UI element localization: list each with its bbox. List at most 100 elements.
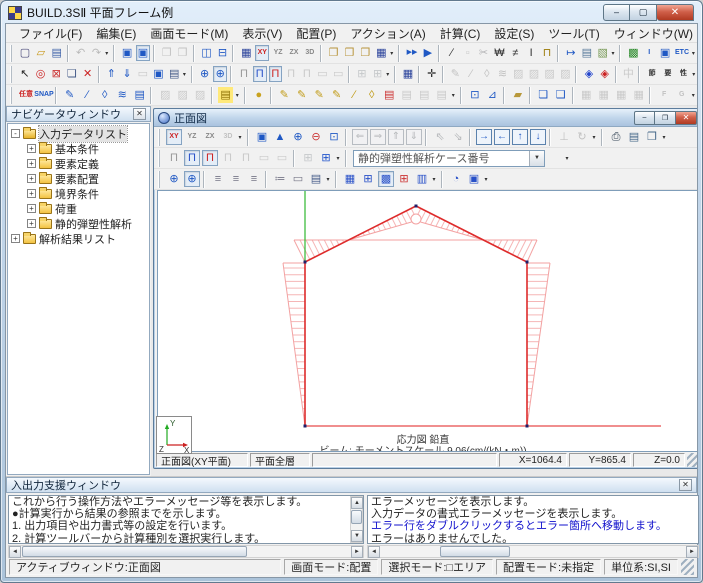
copy-view-icon[interactable]: ❐ (644, 129, 660, 145)
member-point-icon[interactable]: ▫ (461, 45, 475, 61)
sheet-2-icon[interactable]: ▧ (596, 45, 610, 61)
copy-icon[interactable]: ❏ (65, 66, 79, 82)
list-view-icon-dropdown[interactable]: ▾ (324, 171, 332, 187)
window-cascade-icon[interactable]: ❐ (327, 45, 341, 61)
window-grid-icon-dropdown[interactable]: ▾ (388, 45, 395, 61)
hscroll-thumb-2[interactable] (440, 546, 510, 557)
sheet-icon[interactable]: ▤ (580, 45, 594, 61)
helmet-icon[interactable]: ⊓ (540, 45, 554, 61)
screen-mode-2-icon[interactable]: ▣ (136, 45, 150, 61)
hatch-3-icon[interactable]: ▨ (543, 66, 557, 82)
support-left-pane[interactable]: これから行う操作方法やエラーメッセージ等を表示します。●計算実行から結果の参照ま… (8, 495, 364, 544)
tool-disabled-3-icon[interactable]: ▨ (192, 87, 207, 103)
monitor-view-icon-dropdown[interactable]: ▾ (482, 171, 490, 187)
resize-grip[interactable] (681, 559, 694, 575)
save-icon[interactable]: ▤ (50, 45, 64, 61)
tab-front-view[interactable]: 正面図(XY平面) (156, 453, 248, 467)
area-calc-2-icon[interactable]: ▦ (596, 87, 611, 103)
tree-collapse-icon[interactable]: - (11, 129, 20, 138)
view-3d-icon-dropdown[interactable]: ▾ (236, 129, 244, 145)
draw-line-icon[interactable]: ∕ (464, 66, 478, 82)
menu-place[interactable]: 配置(P) (289, 24, 343, 43)
view-zx-icon[interactable]: ZX (202, 129, 218, 145)
tree-item-6[interactable]: +静的弾塑性解析 (11, 216, 149, 231)
tree-expand-icon[interactable]: + (27, 159, 36, 168)
view-3d-icon[interactable]: 3D (220, 129, 236, 145)
tree-expand-icon[interactable]: + (11, 234, 20, 243)
select-rect-icon[interactable]: ⊡ (467, 87, 482, 103)
vframe-2-icon[interactable]: Π (220, 150, 236, 166)
mark-page-3-icon[interactable]: ▤ (434, 87, 449, 103)
scroll-up-view-icon[interactable]: ↑ (512, 129, 528, 145)
option-f-icon[interactable]: F (656, 87, 671, 103)
window-arrange-icon[interactable]: ❐ (359, 45, 373, 61)
anchor-icon[interactable]: ⊥ (556, 129, 572, 145)
monitor-view-icon[interactable]: ▣ (466, 171, 482, 187)
copy-view-icon-dropdown[interactable]: ▾ (660, 129, 668, 145)
tree-item-0[interactable]: -入力データリスト (11, 126, 149, 141)
sheet-2-icon-dropdown[interactable]: ▾ (610, 45, 617, 61)
target-icon[interactable]: ◎ (34, 66, 48, 82)
menu-file[interactable]: ファイル(F) (12, 24, 89, 43)
tree-expand-icon[interactable]: + (27, 219, 36, 228)
redo-icon-dropdown[interactable]: ▾ (103, 45, 110, 61)
hscroll-thumb[interactable] (22, 546, 247, 557)
paste-special-icon[interactable]: ⊠ (49, 66, 63, 82)
page-view-icon[interactable]: ▤ (167, 66, 181, 82)
hatch-icon[interactable]: ▨ (511, 66, 525, 82)
tree-expand-icon[interactable]: + (27, 174, 36, 183)
wireframe-red-icon[interactable]: ◈ (598, 66, 612, 82)
tree-expand-icon[interactable]: + (27, 189, 36, 198)
hatch-2-icon[interactable]: ▨ (527, 66, 541, 82)
vframe-gray-icon[interactable]: Π (166, 150, 182, 166)
list-view-icon[interactable]: ▤ (308, 171, 324, 187)
view-resize-grip[interactable] (687, 453, 697, 467)
zoom-window-icon[interactable]: ⊡ (326, 129, 342, 145)
menu-settings[interactable]: 設定(S) (487, 24, 541, 43)
frame-box-icon[interactable]: ▭ (290, 171, 306, 187)
run-all-icon[interactable]: ▶▶ (405, 45, 419, 61)
mesh-lines-icon[interactable]: ▥ (414, 171, 430, 187)
edit-multi-icon[interactable]: ≋ (114, 87, 129, 103)
zoom-in-icon[interactable]: ⊕ (290, 129, 306, 145)
vpanel-icon[interactable]: ▭ (256, 150, 272, 166)
menu-calc[interactable]: 計算(C) (433, 24, 488, 43)
mark-page-red-icon[interactable]: ▤ (381, 87, 396, 103)
select-poly-icon[interactable]: ⊿ (485, 87, 500, 103)
screen-mode-icon[interactable]: ▣ (120, 45, 134, 61)
memo-icon-dropdown[interactable]: ▾ (233, 87, 241, 103)
window-tile-icon[interactable]: ❐ (343, 45, 357, 61)
window-grid-icon[interactable]: ▦ (374, 45, 388, 61)
scroll-down-button[interactable]: ▼ (351, 530, 363, 542)
draw-erase-icon[interactable]: ◊ (480, 66, 494, 82)
right-pane-hscrollbar[interactable]: ◄ ► (367, 545, 699, 558)
tree-item-1[interactable]: +基本条件 (11, 141, 149, 156)
pan-right-icon[interactable]: ⇒ (370, 129, 386, 145)
edit-book-icon[interactable]: ▤ (132, 87, 147, 103)
snap-mode-icon[interactable]: SNAP (36, 87, 52, 103)
scroll-right-button-2[interactable]: ► (686, 546, 698, 558)
scroll-left-button[interactable]: ◄ (9, 546, 21, 558)
vselect-icon[interactable]: ⊞ (300, 150, 316, 166)
arbitrary-snap-icon[interactable]: 任意 (18, 87, 34, 103)
region-2-icon-dropdown[interactable]: ▾ (384, 66, 391, 82)
member-cut-icon[interactable]: ✂ (477, 45, 491, 61)
sort-top-icon[interactable]: ≡ (246, 171, 262, 187)
node-label-icon[interactable]: 節 (645, 66, 659, 82)
screen-copy-icon[interactable]: ▣ (658, 45, 672, 61)
scroll-right-button[interactable]: ► (351, 546, 363, 558)
spring-icon[interactable]: ₩ (492, 45, 506, 61)
mark-pencil-icon[interactable]: ✎ (277, 87, 292, 103)
navigator-close-icon[interactable]: ✕ (133, 108, 146, 120)
drawing-canvas[interactable]: 応力図 鉛直 ビーム: モーメントスケール 9.06(cm/(kN・m)) (157, 190, 697, 452)
scroll-down-view-icon[interactable]: ↓ (530, 129, 546, 145)
tree-expand-icon[interactable]: + (27, 144, 36, 153)
view-close-button[interactable]: ✕ (676, 111, 697, 125)
ibeam-icon[interactable]: I (524, 45, 538, 61)
scroll-right-view-icon[interactable]: → (476, 129, 492, 145)
wireframe-icon[interactable]: ◈ (582, 66, 596, 82)
mark-line-icon[interactable]: ∕ (346, 87, 361, 103)
image-export-icon[interactable]: ▩ (626, 45, 640, 61)
table-view-icon[interactable]: ▦ (239, 45, 253, 61)
pan-left-icon[interactable]: ⇐ (352, 129, 368, 145)
